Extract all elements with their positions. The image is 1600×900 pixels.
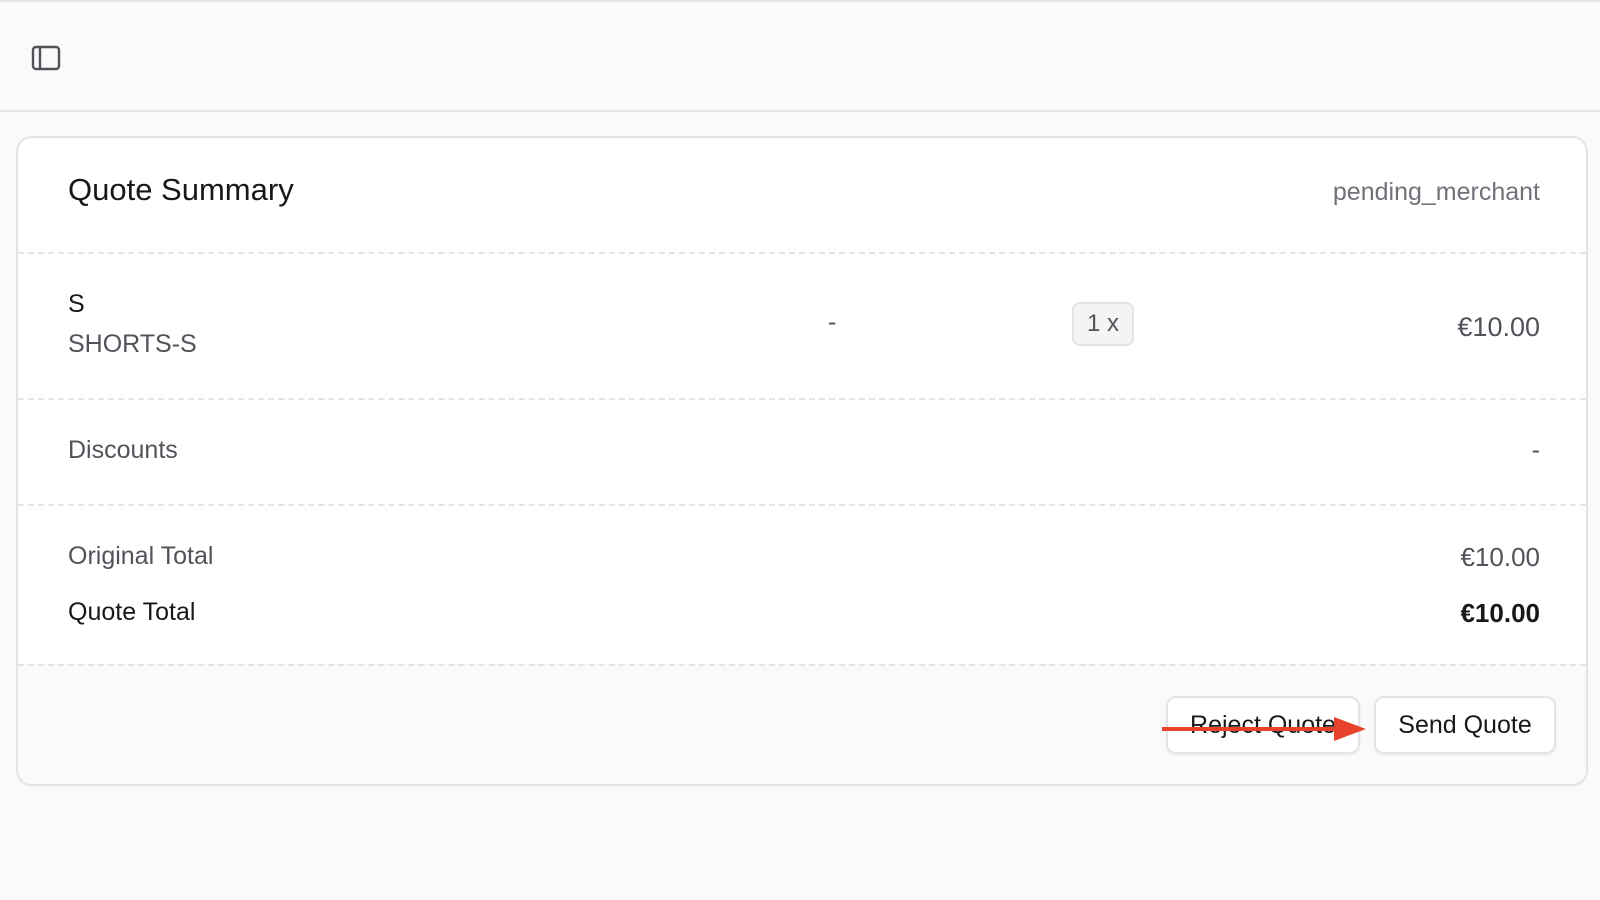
- status-label: pending_merchant: [1332, 178, 1540, 206]
- original-total-value: €10.00: [1460, 542, 1540, 572]
- send-quote-button[interactable]: Send Quote: [1374, 696, 1556, 754]
- discounts-row: Discounts -: [18, 398, 1586, 504]
- line-item: S SHORTS-S - 1 x €10.00: [18, 252, 1586, 398]
- sidebar-panel-icon: [31, 45, 61, 71]
- quote-total-label: Quote Total: [68, 598, 196, 626]
- item-unit-price: -: [828, 308, 837, 336]
- item-total: €10.00: [1457, 312, 1540, 342]
- reject-quote-button[interactable]: Reject Quote: [1166, 696, 1360, 754]
- totals-section: Original Total €10.00 Quote Total €10.00: [18, 504, 1586, 664]
- discounts-value: -: [1531, 436, 1540, 464]
- quote-total-value: €10.00: [1460, 598, 1540, 628]
- quote-summary-card: Quote Summary pending_merchant S SHORTS-…: [16, 136, 1588, 786]
- quantity-badge: 1 x: [1072, 302, 1135, 346]
- quote-header: Quote Summary pending_merchant: [18, 138, 1586, 252]
- discounts-label: Discounts: [68, 436, 178, 464]
- quote-actions: Reject Quote Send Quote: [18, 664, 1586, 784]
- original-total-label: Original Total: [68, 542, 214, 570]
- page-title: Quote Summary: [68, 172, 294, 207]
- top-bar: [0, 0, 1600, 112]
- item-title: S: [68, 290, 85, 318]
- item-sku: SHORTS-S: [68, 330, 197, 358]
- sidebar-toggle-button[interactable]: [24, 36, 68, 80]
